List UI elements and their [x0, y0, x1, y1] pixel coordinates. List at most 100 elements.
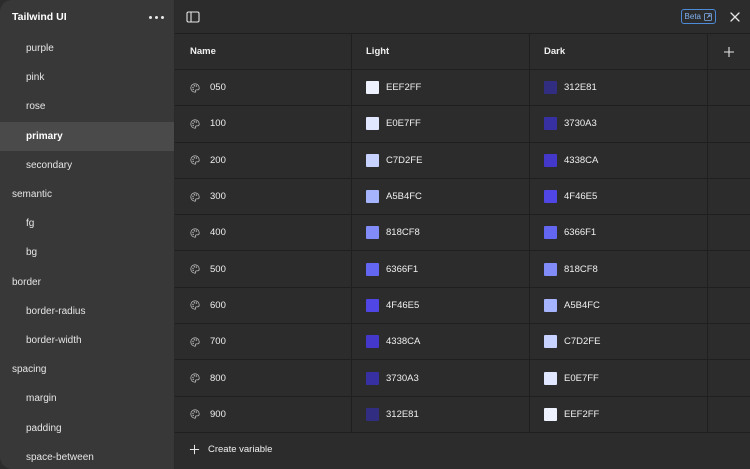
close-button[interactable] [728, 10, 742, 24]
sidebar-item-semantic[interactable]: semantic [0, 180, 174, 209]
plus-icon [189, 445, 200, 455]
light-value-cell[interactable]: C7D2FE [352, 142, 530, 178]
color-swatch[interactable] [366, 298, 379, 312]
color-swatch[interactable] [544, 226, 557, 240]
light-value-cell[interactable]: 3730A3 [352, 360, 530, 396]
variable-name-cell[interactable]: 400 [175, 215, 352, 251]
more-options-button[interactable] [145, 12, 164, 23]
light-value-cell[interactable]: 818CF8 [352, 215, 530, 251]
color-swatch[interactable] [366, 371, 379, 385]
variable-name-cell[interactable]: 050 [175, 70, 352, 106]
collection-title: Tailwind UI [12, 11, 67, 23]
variable-name-cell[interactable]: 100 [175, 106, 352, 142]
color-swatch[interactable] [366, 153, 379, 167]
light-value-cell[interactable]: 312E81 [352, 396, 530, 432]
variable-name-cell[interactable]: 900 [175, 396, 352, 432]
dot-icon [161, 15, 164, 19]
variable-name-cell[interactable]: 300 [175, 178, 352, 215]
add-mode-button[interactable] [708, 34, 750, 69]
variable-name-cell[interactable]: 200 [175, 142, 352, 178]
sidebar-item-border[interactable]: border [0, 268, 174, 297]
color-swatch[interactable] [544, 117, 557, 131]
variable-name-cell[interactable]: 500 [175, 251, 352, 287]
table-row[interactable]: 100 E0E7FF 3730A3 [175, 106, 750, 143]
color-swatch[interactable] [366, 226, 379, 240]
dot-icon [149, 15, 152, 19]
light-value-cell[interactable]: A5B4FC [352, 178, 530, 215]
table-row[interactable]: 500 6366F1 818CF8 [175, 251, 750, 288]
variable-name: 200 [210, 154, 226, 166]
sidebar-item-bg[interactable]: bg [0, 238, 174, 267]
color-swatch[interactable] [544, 153, 557, 167]
dark-hex-value: 4F46E5 [564, 191, 598, 203]
table-row[interactable]: 050 EEF2FF 312E81 [175, 70, 750, 107]
color-palette-icon [190, 373, 200, 383]
table-row[interactable]: 800 3730A3 E0E7FF [175, 360, 750, 397]
light-hex-value: 312E81 [386, 408, 419, 420]
sidebar-item-border-radius[interactable]: border-radius [0, 297, 174, 326]
dark-value-cell[interactable]: C7D2FE [530, 324, 708, 360]
color-swatch[interactable] [544, 407, 557, 421]
dark-value-cell[interactable]: 312E81 [530, 70, 708, 106]
variable-name-cell[interactable]: 600 [175, 287, 352, 324]
sidebar-item-primary[interactable]: primary [0, 121, 174, 151]
table-row[interactable]: 300 A5B4FC 4F46E5 [175, 178, 750, 216]
dark-value-cell[interactable]: 4338CA [530, 142, 708, 178]
sidebar-item-pink[interactable]: pink [0, 63, 174, 92]
color-swatch[interactable] [366, 262, 379, 276]
sidebar-item-secondary[interactable]: secondary [0, 151, 174, 180]
sidebar-item-fg[interactable]: fg [0, 209, 174, 238]
sidebar-item-space-between[interactable]: space-between [0, 443, 174, 469]
toggle-sidebar-button[interactable] [185, 9, 201, 25]
sidebar-item-padding[interactable]: padding [0, 413, 174, 442]
light-value-cell[interactable]: EEF2FF [352, 70, 530, 106]
empty-cell [708, 324, 750, 359]
dark-value-cell[interactable]: 818CF8 [530, 251, 708, 287]
create-variable-label: Create variable [208, 444, 273, 456]
sidebar-item-border-width[interactable]: border-width [0, 326, 174, 355]
color-swatch[interactable] [366, 190, 379, 204]
table-row[interactable]: 400 818CF8 6366F1 [175, 215, 750, 252]
color-swatch[interactable] [544, 335, 557, 349]
light-value-cell[interactable]: 4F46E5 [352, 287, 530, 324]
color-swatch[interactable] [544, 262, 557, 276]
color-swatch[interactable] [544, 81, 557, 95]
column-header-dark[interactable]: Dark [530, 34, 708, 69]
color-swatch[interactable] [544, 371, 557, 385]
create-variable-button[interactable]: Create variable [175, 433, 750, 467]
light-value-cell[interactable]: 4338CA [352, 324, 530, 360]
column-header-name[interactable]: Name [175, 34, 352, 69]
color-swatch[interactable] [544, 190, 557, 204]
light-value-cell[interactable]: E0E7FF [352, 106, 530, 142]
sidebar-item-margin[interactable]: margin [0, 384, 174, 413]
variables-table: Name Light Dark 050 EEF2FF 312E81 100 E0E7FF… [175, 34, 750, 469]
empty-cell [708, 397, 750, 432]
dark-value-cell[interactable]: 6366F1 [530, 215, 708, 251]
sidebar-item-rose[interactable]: rose [0, 92, 174, 121]
color-swatch[interactable] [544, 298, 557, 312]
table-row[interactable]: 200 C7D2FE 4338CA [175, 142, 750, 179]
table-row[interactable]: 600 4F46E5 A5B4FC [175, 287, 750, 325]
color-palette-icon [190, 83, 200, 93]
light-hex-value: A5B4FC [386, 191, 422, 203]
dark-value-cell[interactable]: 4F46E5 [530, 178, 708, 215]
color-swatch[interactable] [366, 407, 379, 421]
color-palette-icon [190, 191, 200, 202]
variable-name-cell[interactable]: 800 [175, 360, 352, 396]
dark-value-cell[interactable]: A5B4FC [530, 287, 708, 324]
color-swatch[interactable] [366, 335, 379, 349]
color-swatch[interactable] [366, 81, 379, 95]
empty-cell [708, 106, 750, 141]
light-value-cell[interactable]: 6366F1 [352, 251, 530, 287]
sidebar-item-spacing[interactable]: spacing [0, 355, 174, 384]
dark-value-cell[interactable]: E0E7FF [530, 360, 708, 396]
variable-name-cell[interactable]: 700 [175, 324, 352, 360]
table-row[interactable]: 700 4338CA C7D2FE [175, 324, 750, 361]
beta-badge[interactable]: Beta [680, 9, 716, 24]
table-row[interactable]: 900 312E81 EEF2FF [175, 396, 750, 433]
sidebar-item-purple[interactable]: purple [0, 34, 174, 63]
column-header-light[interactable]: Light [352, 34, 530, 69]
dark-value-cell[interactable]: EEF2FF [530, 396, 708, 432]
color-swatch[interactable] [366, 117, 379, 131]
dark-value-cell[interactable]: 3730A3 [530, 106, 708, 142]
